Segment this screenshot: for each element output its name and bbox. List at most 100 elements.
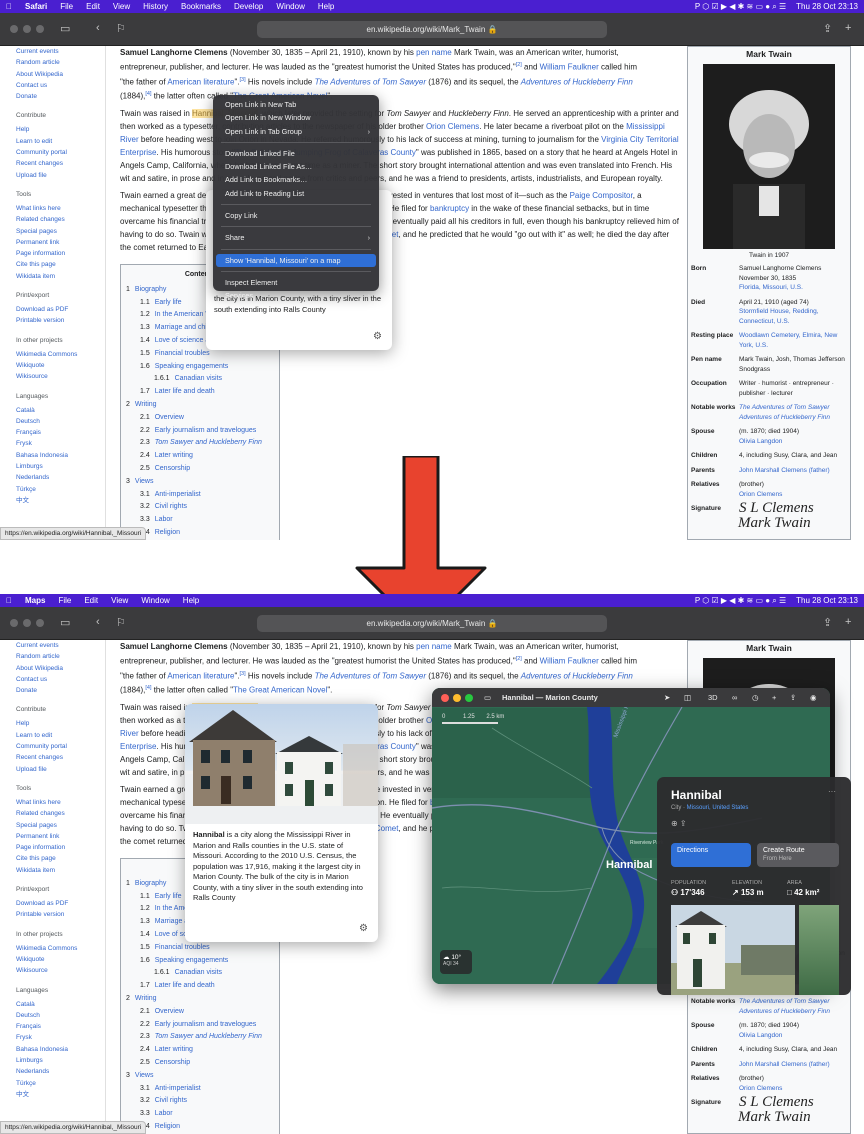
- infobox-link[interactable]: Olivia Langdon: [739, 1031, 847, 1041]
- menu-item-download-linked-file-as[interactable]: Download Linked File As…: [216, 160, 376, 173]
- map-mode-icon[interactable]: ◫: [684, 688, 691, 707]
- address-bar[interactable]: en.wikipedia.org/wiki/Mark_Twain 🔒: [257, 21, 607, 38]
- text-p1o[interactable]: The Adventures of Tom Sawyer: [315, 77, 426, 86]
- menu-view[interactable]: View: [113, 0, 130, 13]
- toc-item[interactable]: 3.1 Anti-imperialist: [126, 489, 274, 502]
- contribute-link-community-portal[interactable]: Community portal: [0, 147, 105, 158]
- infobox-link[interactable]: John Marshall Clemens (father): [739, 466, 847, 476]
- projects-link-wikimedia-commons[interactable]: Wikimedia Commons: [0, 943, 105, 954]
- close-button[interactable]: [441, 694, 449, 702]
- tools-link-what-links-here[interactable]: What links here: [0, 203, 105, 214]
- infobox-link[interactable]: Orion Clemens: [739, 1084, 847, 1094]
- contribute-link-upload-file[interactable]: Upload file: [0, 170, 105, 181]
- toc-item[interactable]: 1.6.1 Canadian visits: [126, 373, 274, 386]
- tools-link-permanent-link[interactable]: Permanent link: [0, 237, 105, 248]
- menu-help[interactable]: Help: [318, 0, 334, 13]
- toc-item[interactable]: 2 Writing: [126, 993, 274, 1006]
- toc-link[interactable]: Speaking engagements: [155, 957, 229, 964]
- sidebar-icon[interactable]: ▭: [60, 616, 70, 629]
- contribute-link-community-portal[interactable]: Community portal: [0, 741, 105, 752]
- menu-item-open-link-in-new-window[interactable]: Open Link in New Window: [216, 111, 376, 124]
- contribute-link-recent-changes[interactable]: Recent changes: [0, 752, 105, 763]
- toc-item[interactable]: 1.5 Financial troubles: [126, 942, 274, 955]
- toc-link[interactable]: Canadian visits: [175, 375, 222, 382]
- apple-icon[interactable]: : [6, 594, 12, 607]
- sidebar-icon[interactable]: ▭: [60, 22, 70, 35]
- place-photo-1[interactable]: [671, 905, 795, 995]
- tools-link-special-pages[interactable]: Special pages: [0, 820, 105, 831]
- share-icon[interactable]: ⇪: [823, 616, 832, 629]
- toc-link[interactable]: Early life: [155, 299, 182, 306]
- minimize-button[interactable]: [23, 619, 31, 627]
- menu-item-open-link-in-new-tab[interactable]: Open Link in New Tab: [216, 98, 376, 111]
- toc-link[interactable]: Financial troubles: [155, 944, 210, 951]
- article-link[interactable]: Paige Compositor: [570, 191, 633, 200]
- zoom-button[interactable]: [36, 25, 44, 33]
- toc-link[interactable]: Views: [135, 478, 154, 485]
- language-link-deutsch[interactable]: Deutsch: [0, 1010, 105, 1021]
- toc-item[interactable]: 2.1 Overview: [126, 412, 274, 425]
- text-p1h[interactable]: William Faulkner: [540, 657, 599, 666]
- article-link[interactable]: bankruptcy: [430, 204, 469, 213]
- menu-item-download-linked-file[interactable]: Download Linked File: [216, 147, 376, 160]
- menu-history[interactable]: History: [143, 0, 168, 13]
- toc-item[interactable]: 3.4Religion: [126, 527, 274, 540]
- toc-item[interactable]: 3 Views: [126, 476, 274, 489]
- toc-link[interactable]: Writing: [135, 995, 157, 1002]
- minimize-button[interactable]: [23, 25, 31, 33]
- toc-item[interactable]: 3.2 Civil rights: [126, 501, 274, 514]
- close-button[interactable]: [10, 25, 18, 33]
- menu-item-inspect-element[interactable]: Inspect Element: [216, 276, 376, 289]
- text-p1o[interactable]: The Adventures of Tom Sawyer: [315, 671, 426, 680]
- clock[interactable]: Thu 28 Oct 23:13: [796, 594, 858, 607]
- toc-item[interactable]: 2.5 Censorship: [126, 1057, 274, 1070]
- tools-link-cite-this-page[interactable]: Cite this page: [0, 259, 105, 270]
- nav-link-contact-us[interactable]: Contact us: [0, 80, 105, 91]
- toc-item[interactable]: 2.4 Later writing: [126, 450, 274, 463]
- toc-link[interactable]: Biography: [135, 880, 167, 887]
- menu-item-show-hannibal-missouri-on-a-map[interactable]: Show 'Hannibal, Missouri' on a map: [216, 253, 376, 267]
- infobox-link[interactable]: Woodlawn Cemetery, Elmira, New York, U.S…: [739, 331, 847, 350]
- projects-link-wikisource[interactable]: Wikisource: [0, 965, 105, 976]
- infobox-link[interactable]: Orion Clemens: [739, 490, 847, 500]
- language-link-frysk[interactable]: Frysk: [0, 438, 105, 449]
- gear-icon[interactable]: ⚙: [373, 331, 382, 342]
- tools-link-wikidata-item[interactable]: Wikidata item: [0, 865, 105, 876]
- language-link-fran-ais[interactable]: Français: [0, 427, 105, 438]
- nav-link-donate[interactable]: Donate: [0, 685, 105, 696]
- share-icon[interactable]: ⇪: [823, 22, 832, 35]
- toc-item[interactable]: 2.3 Tom Sawyer and Huckleberry Finn: [126, 1031, 274, 1044]
- recent-icon[interactable]: ◷: [752, 688, 759, 707]
- gear-icon[interactable]: ⚙: [359, 923, 368, 934]
- language-link-t-rk-e[interactable]: Türkçe: [0, 484, 105, 495]
- toc-item[interactable]: 2 Writing: [126, 399, 274, 412]
- language-link-t-rk-e[interactable]: Türkçe: [0, 1078, 105, 1089]
- tools-link-page-information[interactable]: Page information: [0, 842, 105, 853]
- clock[interactable]: Thu 28 Oct 23:13: [796, 0, 858, 13]
- menu-item-share[interactable]: Share ›: [216, 231, 376, 244]
- language-link-item[interactable]: 中文: [0, 1089, 105, 1100]
- tools-link-wikidata-item[interactable]: Wikidata item: [0, 271, 105, 282]
- language-link-bahasa-indonesia[interactable]: Bahasa Indonesia: [0, 450, 105, 461]
- nav-link-current-events[interactable]: Current events: [0, 46, 105, 57]
- toc-item[interactable]: 3.2 Civil rights: [126, 1095, 274, 1108]
- toc-link[interactable]: Biography: [135, 286, 167, 293]
- toc-link[interactable]: Financial troubles: [155, 350, 210, 357]
- toc-link[interactable]: Later life and death: [155, 388, 215, 395]
- toc-item[interactable]: 1.7 Later life and death: [126, 980, 274, 993]
- back-icon[interactable]: ‹: [96, 22, 100, 34]
- nav-link-current-events[interactable]: Current events: [0, 640, 105, 651]
- language-link-frysk[interactable]: Frysk: [0, 1032, 105, 1043]
- text-p1u[interactable]: The Great American Novel: [233, 686, 327, 695]
- tools-link-permanent-link[interactable]: Permanent link: [0, 831, 105, 842]
- toc-link[interactable]: Overview: [155, 1008, 184, 1015]
- infobox-link[interactable]: Olivia Langdon: [739, 437, 847, 447]
- language-link-item[interactable]: 中文: [0, 495, 105, 506]
- print-link-download-as-pdf[interactable]: Download as PDF: [0, 898, 105, 909]
- text-p1q[interactable]: Adventures of Huckleberry Finn: [521, 77, 633, 86]
- toc-item[interactable]: 2.4 Later writing: [126, 1044, 274, 1057]
- menu-window[interactable]: Window: [276, 0, 304, 13]
- menu-file[interactable]: File: [58, 594, 71, 607]
- toc-link[interactable]: Anti-imperialist: [155, 491, 201, 498]
- menu-item-open-link-in-tab-group[interactable]: Open Link in Tab Group ›: [216, 125, 376, 138]
